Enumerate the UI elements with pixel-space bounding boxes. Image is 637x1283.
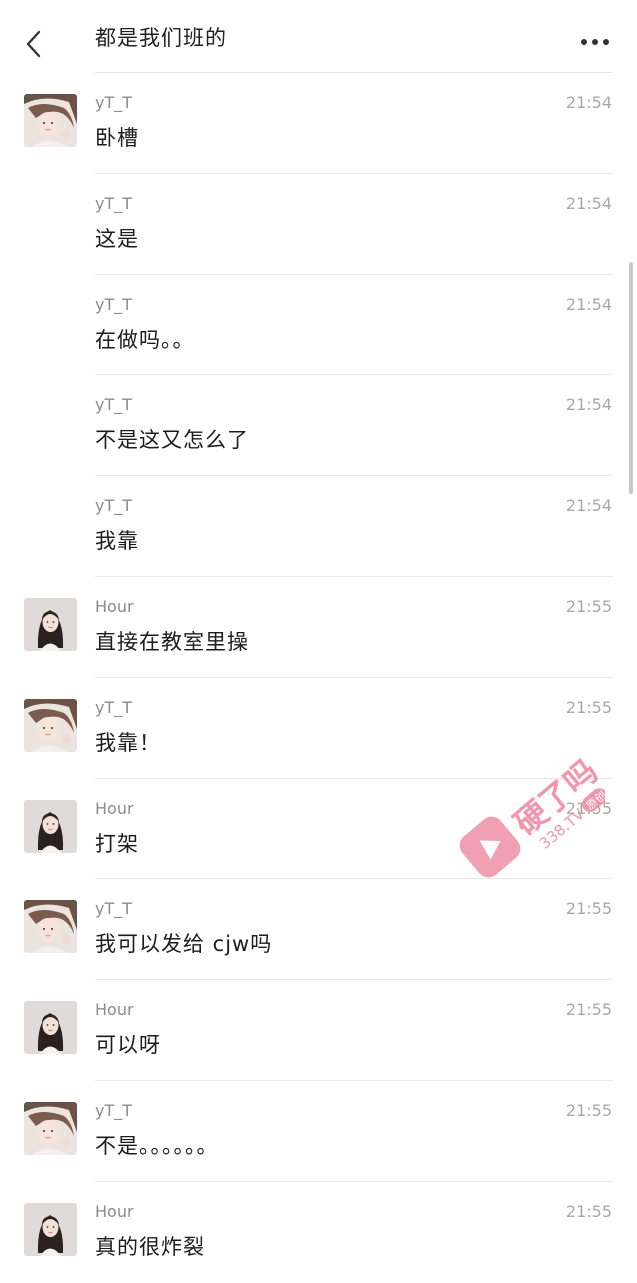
message-time: 21:54 (565, 93, 612, 112)
message-text: 打架 (95, 831, 139, 856)
message-item[interactable]: Hour 21:55 直接在教室里操 (0, 577, 637, 678)
scrollbar[interactable] (629, 262, 633, 494)
message-time: 21:55 (565, 697, 612, 717)
sender-name: yT_T (95, 193, 133, 213)
message-time: 21:54 (565, 193, 612, 213)
message-item[interactable]: yT_T 21:54 我靠 (0, 476, 637, 577)
message-time: 21:55 (565, 596, 612, 616)
sender-name: yT_T (95, 395, 133, 415)
more-options-button[interactable] (577, 30, 613, 54)
message-time: 21:55 (565, 1000, 612, 1020)
more-dots-icon (581, 39, 609, 45)
sender-name: yT_T (95, 93, 133, 112)
avatar[interactable] (24, 698, 77, 752)
message-text: 我可以发给 cjw吗 (95, 932, 273, 957)
sender-name: Hour (95, 1201, 134, 1221)
avatar[interactable] (24, 799, 77, 853)
message-text: 可以呀 (95, 1033, 161, 1058)
message-text: 卧槽 (95, 126, 139, 150)
message-item[interactable]: yT_T 21:54 在做吗。。 (0, 275, 637, 376)
message-text: 这是 (95, 226, 139, 251)
watermark: 硬了吗 338.TV 原创 (455, 740, 609, 880)
message-time: 21:55 (565, 899, 612, 919)
message-item[interactable]: Hour 21:55 可以呀 (0, 980, 637, 1081)
avatar[interactable] (24, 597, 77, 651)
avatar[interactable] (24, 1001, 77, 1055)
sender-name: Hour (95, 798, 134, 818)
message-time: 21:54 (565, 496, 612, 516)
sender-name: yT_T (95, 697, 133, 717)
avatar[interactable] (24, 900, 77, 954)
message-list[interactable]: yT_T 21:54 卧槽 yT_T 21:54 这是 yT_T 21:54 在做吗。。 yT_T… (0, 73, 637, 1283)
sender-name: yT_T (95, 899, 133, 919)
message-item[interactable]: Hour 21:55 真的很炸裂 (0, 1182, 637, 1283)
message-item[interactable]: yT_T 21:54 不是这又怎么了 (0, 375, 637, 477)
sender-name: yT_T (95, 294, 133, 314)
message-text: 不是。。。。。。 (95, 1133, 219, 1158)
sender-name: yT_T (95, 1100, 133, 1120)
avatar[interactable] (24, 1101, 77, 1155)
message-text: 不是这又怎么了 (95, 428, 249, 453)
chat-header: 都是我们班的 (0, 0, 637, 73)
sender-name: Hour (95, 596, 134, 616)
message-item[interactable]: yT_T 21:55 我可以发给 cjw吗 (0, 879, 637, 981)
avatar[interactable] (24, 94, 77, 147)
avatar[interactable] (24, 1202, 77, 1256)
message-item[interactable]: yT_T 21:54 卧槽 (0, 73, 637, 174)
watermark-logo-icon: 硬了吗 338.TV 原创 (459, 752, 609, 878)
chat-title: 都是我们班的 (95, 26, 227, 50)
message-time: 21:55 (565, 1100, 612, 1120)
message-time: 21:55 (565, 1201, 612, 1221)
message-item[interactable]: yT_T 21:55 不是。。。。。。 (0, 1081, 637, 1182)
message-time: 21:54 (565, 395, 612, 415)
chevron-left-icon (26, 30, 41, 58)
message-text: 我靠！ (95, 730, 161, 755)
sender-name: Hour (95, 1000, 134, 1020)
sender-name: yT_T (95, 496, 133, 516)
message-text: 直接在教室里操 (95, 629, 249, 654)
back-button[interactable] (14, 24, 54, 64)
message-text: 在做吗。。 (95, 327, 195, 352)
message-time: 21:54 (565, 294, 612, 314)
message-item[interactable]: yT_T 21:54 这是 (0, 174, 637, 275)
message-text: 真的很炸裂 (95, 1234, 205, 1259)
message-text: 我靠 (95, 529, 139, 554)
